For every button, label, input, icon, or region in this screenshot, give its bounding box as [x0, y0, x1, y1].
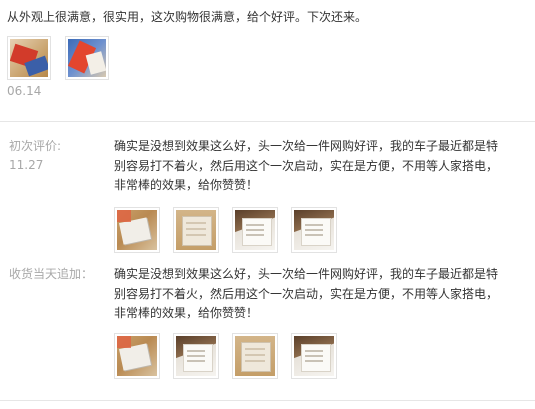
review-photo-thumbnail[interactable] — [7, 36, 51, 80]
initial-review-photos — [114, 207, 337, 253]
append-review-photos — [114, 333, 337, 379]
review-photo-tan — [176, 210, 216, 250]
initial-review-text: 确实是没想到效果这么好，头一次给一件网购好评，我的车子最近都是特别容易打不着火，… — [114, 139, 499, 192]
review-photo-paper — [235, 210, 275, 250]
review-photo-red-package — [10, 39, 48, 77]
first-review: 从外观上很满意，很实用，这次购物很满意，给个好评。下次还来。 06.14 — [7, 8, 527, 98]
review-photo-thumbnail[interactable] — [232, 207, 278, 253]
review-photo-box — [117, 336, 157, 376]
review-photo-thumbnail[interactable] — [232, 333, 278, 379]
review-photo-box — [117, 210, 157, 250]
review-photo-thumbnail[interactable] — [173, 333, 219, 379]
review-photo-thumbnail[interactable] — [173, 207, 219, 253]
review-text: 从外观上很满意，很实用，这次购物很满意，给个好评。下次还来。 — [7, 10, 368, 24]
review-photo-tan — [235, 336, 275, 376]
append-review-text: 确实是没想到效果这么好，头一次给一件网购好评，我的车子最近都是特别容易打不着火，… — [114, 267, 499, 320]
initial-review-date: 11.27 — [9, 158, 44, 172]
review-photo-paper — [294, 210, 334, 250]
review-photo-blue-package — [68, 39, 106, 77]
review-photo-paper — [294, 336, 334, 376]
divider — [0, 121, 535, 122]
review-photos — [7, 36, 527, 80]
review-photo-thumbnail[interactable] — [65, 36, 109, 80]
divider — [0, 400, 535, 401]
append-review-label: 收货当天追加： — [9, 267, 94, 281]
review-photo-thumbnail[interactable] — [291, 207, 337, 253]
review-photo-thumbnail[interactable] — [291, 333, 337, 379]
review-date: 06.14 — [7, 84, 42, 98]
initial-review-label: 初次评价: — [9, 139, 62, 153]
review-photo-paper — [176, 336, 216, 376]
review-photo-thumbnail[interactable] — [114, 333, 160, 379]
review-photo-thumbnail[interactable] — [114, 207, 160, 253]
